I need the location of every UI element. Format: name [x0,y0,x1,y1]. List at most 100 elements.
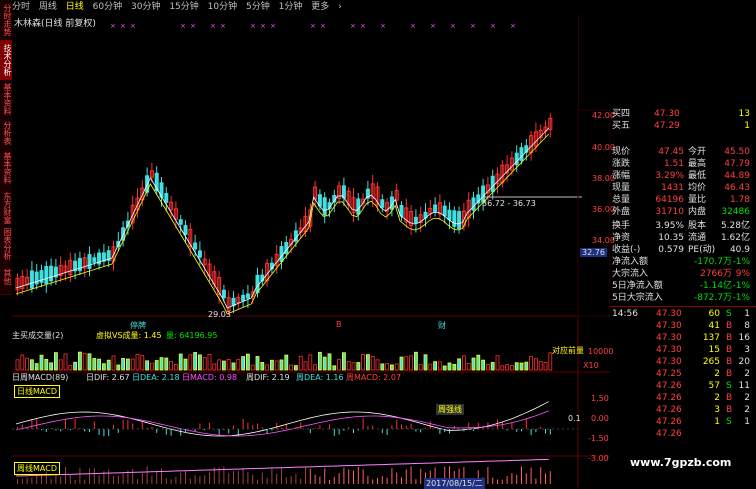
stat-label: 最高 [688,159,707,169]
stat-value: 1431 [661,183,684,193]
tick-side: B [726,369,733,379]
volume-bar [356,362,361,371]
volume-bar [73,361,77,371]
chevron-right-icon[interactable]: › [338,2,342,12]
top-marker-icon: × [110,22,116,30]
event-mark-finance: 财 [438,321,446,330]
tick-price: 47.30 [656,321,682,331]
bid-row: 买四 47.30 13 [612,108,752,120]
top-marker-icon: × [490,22,496,30]
tick-side: B [726,405,733,415]
volume-bar [87,353,92,371]
candle-body [255,274,260,294]
candle-body [356,198,361,215]
candle-body [87,254,92,269]
volume-bar [485,364,490,371]
stat-row: 涨幅 3.29% 最低 44.89 [612,170,752,182]
stat-label: 涨跌 [612,159,631,169]
volume-bar [476,354,481,371]
tab-daily[interactable]: 日线 [66,2,84,12]
stat2-label: PE(动) [688,245,716,255]
stat-value: 1.78 [729,195,750,205]
volume-bar [106,359,111,371]
volume-bar [313,364,318,371]
volume-bar [284,354,289,371]
volume-bar [418,364,423,371]
tab-weekly[interactable]: 周线 [39,2,57,12]
macd1-axis-1: 0.00 [591,414,609,423]
tab-10min[interactable]: 10分钟 [208,2,237,12]
top-marker-icon: × [180,22,186,30]
volume-bar [289,364,294,371]
top-marker-icon: × [220,22,226,30]
tab-15min[interactable]: 15分钟 [169,2,198,12]
tick-price: 47.26 [656,429,682,439]
tick-price: 47.26 [656,405,682,415]
candle-body [322,197,327,216]
tick-qty: 3 [714,405,720,415]
volume-bar [279,359,284,371]
volume-bar [437,361,442,371]
stat2-value: 3.95% [655,221,684,231]
volume-bar [49,362,53,371]
stat-value: 64196 [655,195,684,205]
top-marker-icon: × [450,22,456,30]
side-tab-6[interactable]: 图表分析 [0,228,12,261]
low-annotation: 29.03 [208,310,231,319]
macd-wdea: 周DEA: 1.16 [296,373,344,382]
side-tab-0[interactable]: 分时走势 [0,0,12,41]
volume-bar [433,361,438,371]
volume-bar [236,359,241,371]
volume-unit: X10 [583,361,599,370]
flow-row: 5日净流入额 -1.14亿 -1% [612,280,752,292]
volume-bar [92,358,97,371]
tab-60min[interactable]: 60分钟 [93,2,122,12]
stat2-row: 换手 3.95% 股本 5.28亿 [612,220,752,232]
volume-bar [126,358,130,371]
kline-chart[interactable]: × × × × × × × × × × × × × × × × × × × × × [12,14,610,487]
volume-bar [207,354,212,371]
tick-qty: 1 [714,417,720,427]
tab-5min[interactable]: 5分钟 [246,2,270,12]
side-tab-5[interactable]: 东方财富 [0,188,12,229]
stat-row: 总量 64196 量比 1.78 [612,194,752,206]
volume-bar [380,363,385,371]
tick-price: 47.26 [656,417,682,427]
side-tab-4[interactable]: 基本资料 [0,148,12,189]
volume-bar [39,354,44,371]
tick-price: 47.30 [656,309,682,319]
range-annotation: 36.72 - 36.73 [482,199,536,208]
tab-more[interactable]: 更多 [311,2,329,12]
flow-label: 大宗流入 [612,269,649,279]
volume-bar [399,356,404,371]
volume-bar [457,358,462,371]
stat-value: 31710 [655,207,684,217]
volume-bar [135,353,140,371]
candle-body [29,270,34,289]
side-tab-1[interactable]: 技术分析 [0,40,12,81]
top-marker-icon: × [470,22,476,30]
candle-body [519,147,524,161]
volume-bar [500,365,505,371]
macd2-line [15,458,549,477]
side-tab-3[interactable]: 分析表 [0,118,12,149]
volume-bar [269,359,274,371]
flow-label: 5日大宗流入 [612,293,663,303]
flow-pct: -1% [732,281,750,291]
stat-row: 现价 47.45 今开 45.50 [612,146,752,158]
side-tab-2[interactable]: 基本资料 [0,80,12,119]
tick-price: 47.25 [656,369,682,379]
volume-bar [164,357,169,371]
volume-bar [346,361,351,371]
side-tab-7[interactable]: 其他 [0,260,12,295]
tab-intraday[interactable]: 分时 [12,2,30,12]
volume-bar [44,359,49,371]
tab-1min[interactable]: 1分钟 [279,2,303,12]
volume-bar [428,363,433,371]
tick-qty: 41 [708,321,720,331]
tab-30min[interactable]: 30分钟 [131,2,160,12]
volume-bar [149,362,154,371]
top-marker-icon: × [430,22,436,30]
flow-pct: 9% [735,269,750,279]
stat-label: 最低 [688,171,707,181]
